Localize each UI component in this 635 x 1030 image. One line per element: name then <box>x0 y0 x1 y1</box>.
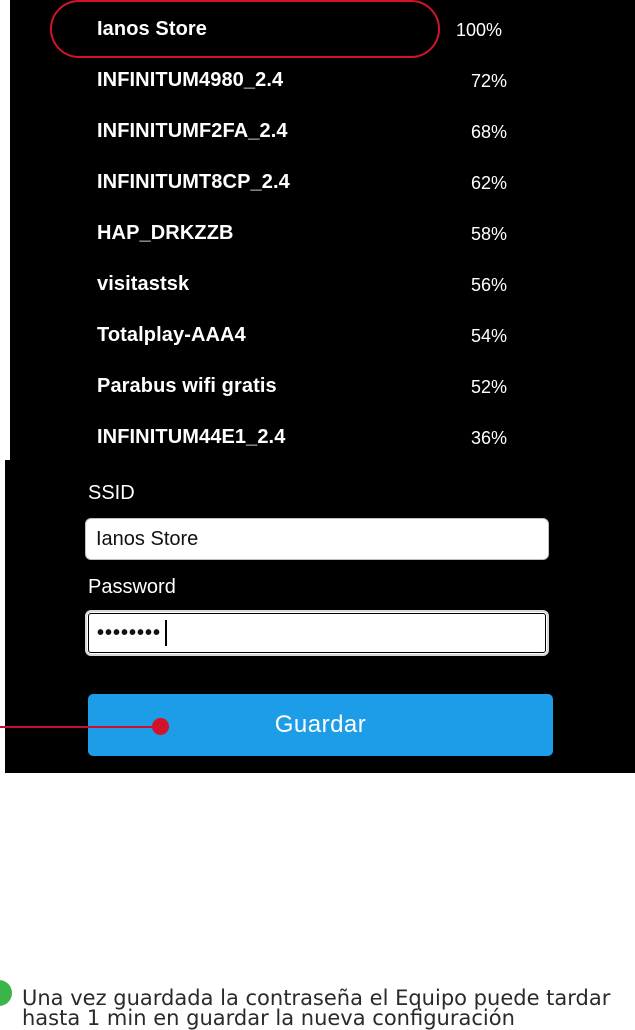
network-row[interactable]: INFINITUM4980_2.4 72% <box>10 63 635 103</box>
network-name: INFINITUMT8CP_2.4 <box>97 171 290 193</box>
ssid-label: SSID <box>88 482 135 504</box>
network-name: HAP_DRKZZB <box>97 222 234 244</box>
network-row[interactable]: INFINITUMF2FA_2.4 68% <box>10 114 635 154</box>
network-signal: 36% <box>471 428 508 448</box>
network-row[interactable]: Totalplay-AAA4 54% <box>10 318 635 358</box>
network-signal: 52% <box>471 377 508 397</box>
wifi-network-list: Ianos Store 100% INFINITUM4980_2.4 72% I… <box>10 0 635 460</box>
network-name: INFINITUM4980_2.4 <box>97 69 284 91</box>
network-row[interactable]: INFINITUMT8CP_2.4 62% <box>10 165 635 205</box>
note-text: Una vez guardada la contraseña el Equipo… <box>22 986 611 1030</box>
network-name: visitastsk <box>97 273 190 295</box>
network-signal: 62% <box>471 173 508 193</box>
network-name: Parabus wifi gratis <box>97 375 277 397</box>
network-name: INFINITUMF2FA_2.4 <box>97 120 288 142</box>
password-label: Password <box>88 576 176 598</box>
network-row[interactable]: HAP_DRKZZB 58% <box>10 216 635 256</box>
network-signal: 54% <box>471 326 508 346</box>
password-input[interactable] <box>85 610 549 656</box>
network-signal: 56% <box>471 275 508 295</box>
network-name: Ianos Store <box>97 18 208 40</box>
network-signal: 58% <box>471 224 508 244</box>
network-name: Totalplay-AAA4 <box>97 324 246 346</box>
network-signal: 72% <box>471 71 508 91</box>
network-signal: 100% <box>456 20 503 40</box>
ssid-input[interactable] <box>85 518 549 560</box>
network-row[interactable]: Parabus wifi gratis 52% <box>10 369 635 409</box>
note-bullet-icon <box>0 980 12 1006</box>
network-name: INFINITUM44E1_2.4 <box>97 426 286 448</box>
text-cursor <box>165 620 167 646</box>
callout-pointer-line <box>0 726 162 728</box>
network-row[interactable]: visitastsk 56% <box>10 267 635 307</box>
network-row[interactable]: INFINITUM44E1_2.4 36% <box>10 420 635 460</box>
network-signal: 68% <box>471 122 508 142</box>
network-row-ianos-store[interactable]: Ianos Store 100% <box>10 0 635 58</box>
callout-pointer-dot <box>152 718 169 735</box>
